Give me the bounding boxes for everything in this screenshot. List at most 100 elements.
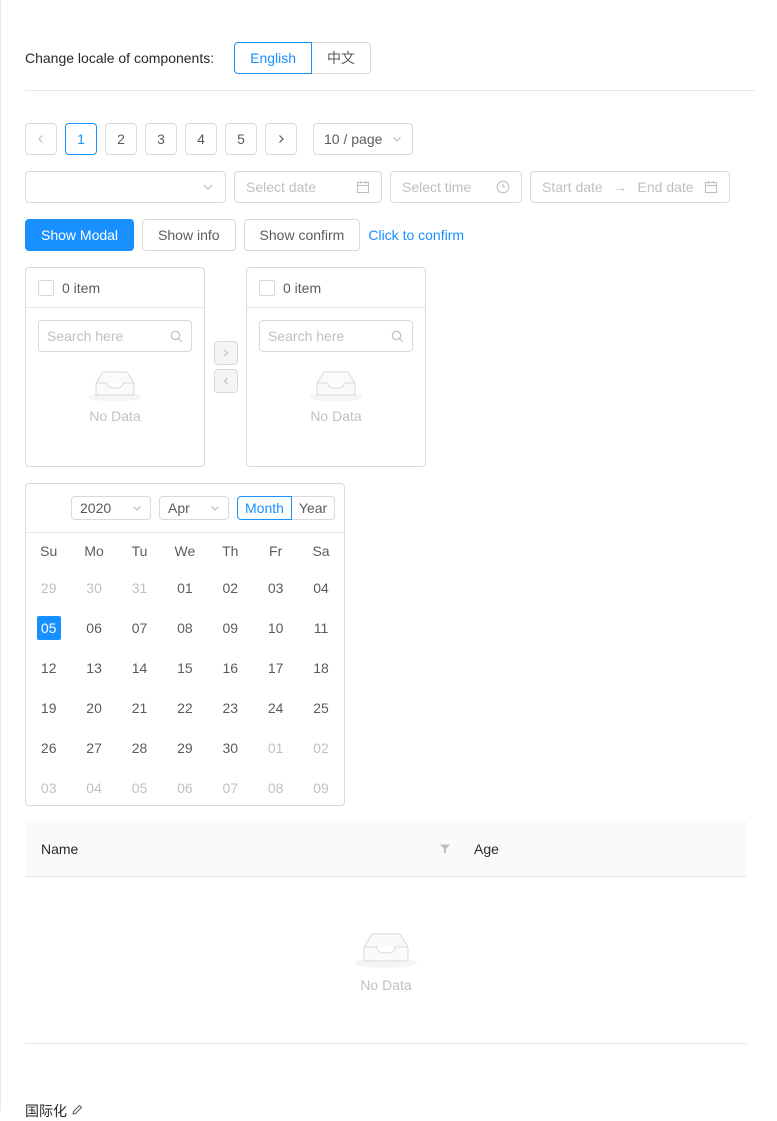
calendar-date-cell[interactable]: 16 [208, 660, 253, 676]
calendar-grid: Su Mo Tu We Th Fr Sa 29 30 31 01 02 03 04 05 06 0… [26, 540, 344, 808]
calendar-date-number: 28 [131, 740, 148, 756]
weekday-label: Sa [312, 543, 330, 559]
calendar-date-cell[interactable]: 09 [298, 780, 343, 796]
calendar-date-cell[interactable]: 27 [71, 740, 116, 756]
calendar-date-cell[interactable]: 28 [117, 740, 162, 756]
table-empty: No Data [354, 927, 418, 993]
calendar-date-cell[interactable]: 30 [71, 580, 116, 596]
select-all-checkbox[interactable] [38, 279, 54, 296]
calendar-date-cell[interactable]: 17 [253, 660, 298, 676]
calendar-week-row: 05 06 07 08 09 10 11 [26, 608, 344, 648]
calendar-date-cell[interactable]: 21 [117, 700, 162, 716]
calendar-date-cell[interactable]: 03 [26, 780, 71, 796]
calendar-date-cell[interactable]: 18 [298, 660, 343, 676]
calendar-date-cell[interactable]: 30 [208, 740, 253, 756]
move-right-button[interactable] [214, 341, 238, 365]
calendar-date-cell[interactable]: 07 [117, 620, 162, 636]
pagination-page-3[interactable]: 3 [145, 123, 177, 155]
calendar-date-cell[interactable]: 11 [298, 620, 343, 636]
calendar-date-cell[interactable]: 01 [253, 740, 298, 756]
calendar-date-cell[interactable]: 02 [298, 740, 343, 756]
show-modal-button[interactable]: Show Modal [25, 219, 135, 251]
date-picker[interactable]: Select date [234, 171, 382, 203]
calendar-date-cell[interactable]: 08 [253, 780, 298, 796]
calendar-date-cell[interactable]: 04 [298, 580, 343, 596]
time-picker[interactable]: Select time [390, 171, 522, 203]
calendar-date-cell[interactable]: 20 [71, 700, 116, 716]
empty-text: No Data [360, 977, 412, 993]
calendar-date-number: 04 [86, 780, 102, 796]
calendar-date-cell[interactable]: 03 [253, 580, 298, 596]
calendar-date-cell[interactable]: 05 [26, 616, 71, 640]
calendar-date-cell[interactable]: 22 [162, 700, 207, 716]
transfer-source-search-input[interactable]: Search here [38, 320, 192, 352]
move-left-button[interactable] [214, 369, 238, 393]
calendar-date-cell[interactable]: 23 [208, 700, 253, 716]
click-to-confirm-link[interactable]: Click to confirm [368, 219, 464, 251]
pagination-page-2[interactable]: 2 [105, 123, 137, 155]
calendar-date-number: 29 [177, 740, 193, 756]
range-picker[interactable]: Start date → End date [530, 171, 730, 203]
locale-option-english[interactable]: English [234, 42, 313, 74]
calendar-date-cell[interactable]: 01 [162, 580, 207, 596]
calendar-date-cell[interactable]: 29 [162, 740, 207, 756]
locale-option-chinese[interactable]: 中文 [312, 42, 372, 74]
calendar-date-cell[interactable]: 10 [253, 620, 298, 636]
calendar-date-cell[interactable]: 08 [162, 620, 207, 636]
locale-select[interactable] [25, 171, 226, 203]
calendar-date-cell[interactable]: 09 [208, 620, 253, 636]
calendar-year-select[interactable]: 2020 [71, 496, 151, 520]
show-info-button[interactable]: Show info [142, 219, 236, 251]
calendar-month-select[interactable]: Apr [159, 496, 229, 520]
calendar-week-row: 26 27 28 29 30 01 02 [26, 728, 344, 768]
calendar-date-cell[interactable]: 31 [117, 580, 162, 596]
edit-icon[interactable] [71, 1104, 83, 1116]
transfer-target-search-input[interactable]: Search here [259, 320, 413, 352]
pagination-page-4[interactable]: 4 [185, 123, 217, 155]
calendar-date-cell[interactable]: 29 [26, 580, 71, 596]
calendar-date-cell[interactable]: 06 [71, 620, 116, 636]
calendar-date-cell[interactable]: 13 [71, 660, 116, 676]
select-all-checkbox[interactable] [259, 279, 275, 296]
calendar-date-cell[interactable]: 15 [162, 660, 207, 676]
pagination: 1 2 3 4 5 10 / page [25, 123, 413, 155]
calendar-date-number: 12 [40, 660, 57, 676]
transfer-target-header: 0 item [247, 268, 425, 308]
pagination-next-button[interactable] [265, 123, 297, 155]
calendar-date-number: 08 [267, 780, 284, 796]
empty-inbox-icon [355, 933, 417, 968]
transfer-target-list: 0 item Search here No Data [246, 267, 426, 467]
calendar-date-number: 09 [313, 780, 329, 796]
search-placeholder: Search here [47, 328, 124, 344]
calendar-date-number: 04 [313, 580, 329, 596]
empty-inbox-icon [88, 371, 142, 402]
pagination-page-1[interactable]: 1 [65, 123, 97, 155]
calendar-date-cell[interactable]: 26 [26, 740, 71, 756]
weekday-label: Su [40, 543, 58, 559]
calendar-date-number: 15 [177, 660, 193, 676]
page-size-select[interactable]: 10 / page [313, 123, 413, 155]
filter-icon[interactable] [439, 843, 451, 855]
calendar-date-cell[interactable]: 12 [26, 660, 71, 676]
calendar-date-cell[interactable]: 19 [26, 700, 71, 716]
calendar-date-cell[interactable]: 04 [71, 780, 116, 796]
pagination-page-5[interactable]: 5 [225, 123, 257, 155]
calendar-date-number: 01 [177, 580, 193, 596]
calendar-date-cell[interactable]: 24 [253, 700, 298, 716]
calendar-date-cell[interactable]: 05 [117, 780, 162, 796]
calendar-date-cell[interactable]: 02 [208, 580, 253, 596]
calendar-date-cell[interactable]: 06 [162, 780, 207, 796]
calendar-mode-month[interactable]: Month [237, 496, 292, 520]
calendar-mode-year[interactable]: Year [291, 496, 336, 520]
range-separator: → [613, 179, 628, 195]
pagination-prev-button[interactable] [25, 123, 57, 155]
data-table: Name Age No Data [25, 821, 747, 1044]
calendar-date-cell[interactable]: 07 [208, 780, 253, 796]
calendar-icon [704, 181, 718, 194]
calendar-date-number: 31 [131, 580, 148, 596]
calendar-date-cell[interactable]: 25 [298, 700, 343, 716]
show-confirm-button[interactable]: Show confirm [243, 219, 361, 251]
calendar-date-number: 06 [177, 780, 193, 796]
calendar-mode-switch: Month Year [237, 496, 336, 520]
calendar-date-cell[interactable]: 14 [117, 660, 162, 676]
